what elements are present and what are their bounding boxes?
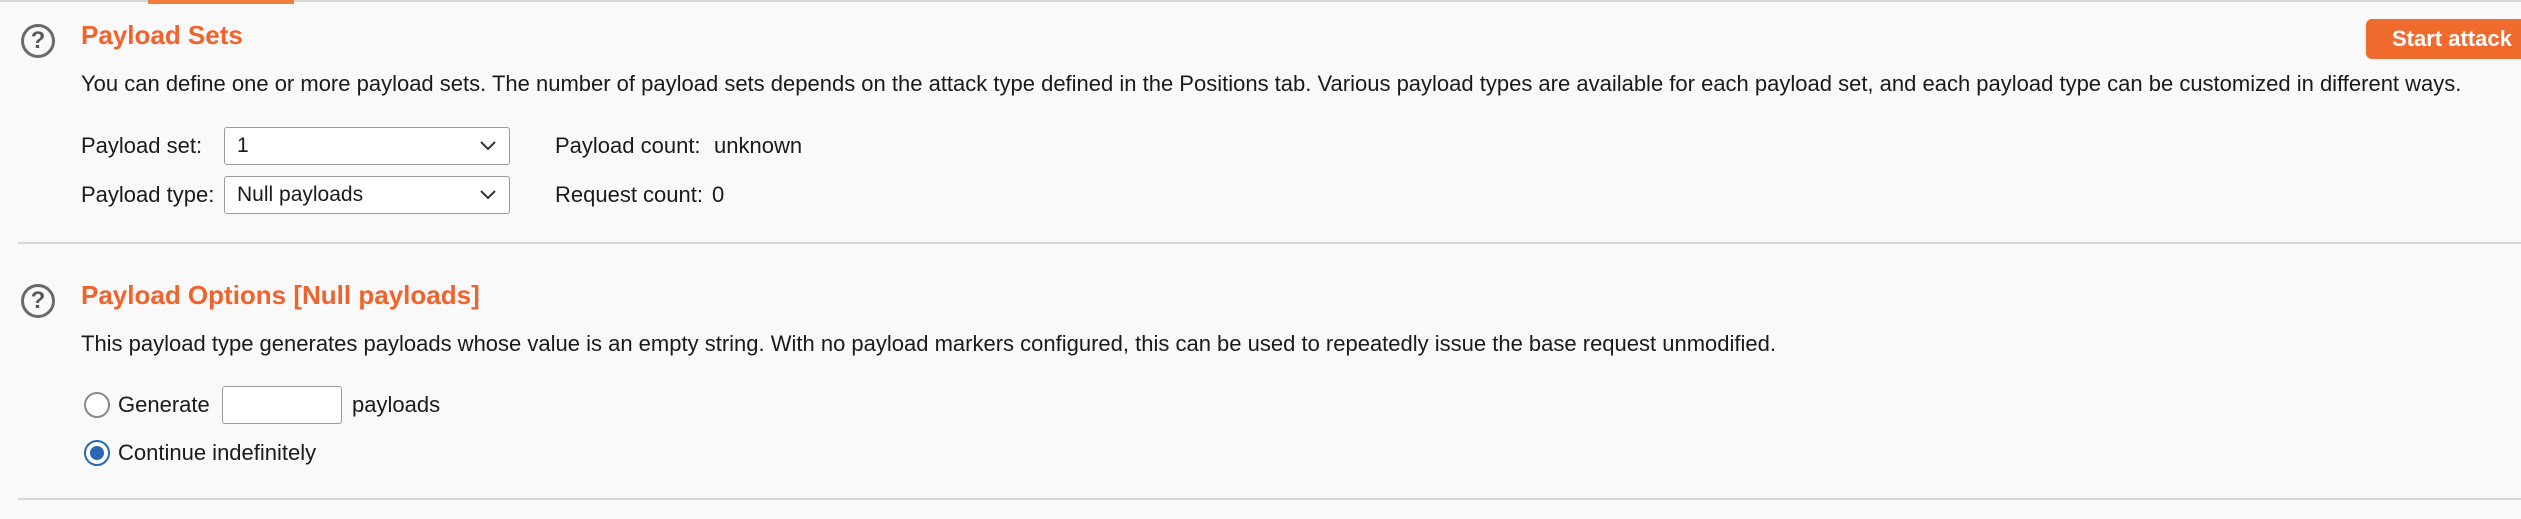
payload-count-label: Payload count: [555,133,701,158]
continue-indefinitely-radio[interactable] [84,440,110,466]
payload-type-label: Payload type: [81,182,215,207]
generate-radio[interactable] [84,392,110,418]
top-border [0,0,2521,2]
payload-options-title: Payload Options [Null payloads] [81,280,480,310]
payload-sets-description: You can define one or more payload sets.… [81,71,2462,96]
payload-set-label: Payload set: [81,133,203,158]
help-icon[interactable]: ? [21,284,55,318]
section-divider [18,498,2521,500]
chevron-down-icon [480,190,496,200]
generate-count-input[interactable] [222,386,342,424]
start-attack-label: Start attack [2392,26,2512,51]
section-divider [18,242,2521,244]
chevron-down-icon [480,141,496,151]
help-icon[interactable]: ? [21,24,55,58]
start-attack-button[interactable]: Start attack [2366,19,2521,59]
payload-type-select[interactable]: Null payloads [224,176,510,214]
continue-indefinitely-label: Continue indefinitely [118,440,317,465]
payload-set-value: 1 [237,134,249,157]
payload-count-value: unknown [714,133,803,158]
payload-type-value: Null payloads [237,183,364,206]
payload-set-select[interactable]: 1 [224,127,510,165]
payload-sets-title: Payload Sets [81,20,243,50]
payloads-suffix-label: payloads [352,392,441,417]
request-count-label: Request count: [555,182,703,207]
generate-label: Generate [118,392,210,417]
active-tab-indicator [148,0,294,4]
payload-options-description: This payload type generates payloads who… [81,331,1776,356]
request-count-value: 0 [712,182,725,207]
